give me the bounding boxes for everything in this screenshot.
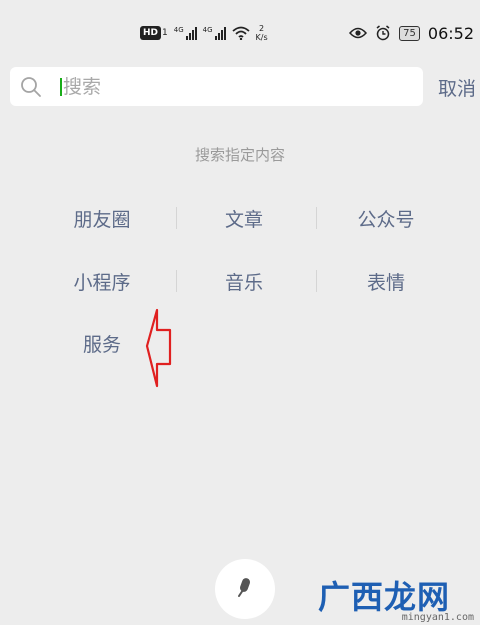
search-icon: [21, 77, 41, 97]
sim-number: 1: [162, 28, 168, 38]
wifi-icon: [231, 26, 250, 40]
text-cursor: [60, 78, 62, 96]
cancel-button[interactable]: 取消: [438, 74, 476, 101]
status-bar: HD 1 4G 4G 2 K/s 75 06:52: [0, 0, 480, 64]
hd-icon: HD: [140, 26, 162, 40]
eye-icon: [349, 27, 368, 39]
category-articles[interactable]: 文章: [174, 205, 314, 232]
network-type-1: 4G: [173, 26, 184, 34]
status-left: HD 1 4G 4G 2 K/s: [140, 20, 268, 46]
watermark-url: mingyan1.com: [401, 612, 474, 623]
alarm-icon: [376, 25, 390, 41]
network-type-2: 4G: [202, 26, 213, 34]
network-speed: 2 K/s: [256, 24, 268, 42]
category-mini-programs[interactable]: 小程序: [32, 268, 172, 295]
microphone-icon: [238, 578, 251, 597]
speed-value: 2: [259, 24, 265, 33]
search-input[interactable]: [63, 71, 403, 102]
category-music[interactable]: 音乐: [174, 268, 314, 295]
category-official-accounts[interactable]: 公众号: [316, 205, 456, 232]
section-title: 搜索指定内容: [194, 146, 285, 164]
speed-unit: K/s: [255, 33, 268, 42]
battery-level: 75: [403, 27, 416, 39]
signal-icon: 4G: [174, 26, 197, 40]
voice-button[interactable]: [215, 559, 275, 619]
battery-icon: 75: [399, 25, 420, 41]
signal-icon: 4G: [203, 26, 226, 40]
status-right: 75 06:52: [349, 22, 474, 44]
hd-label: HD: [143, 28, 159, 38]
category-stickers[interactable]: 表情: [316, 268, 456, 295]
watermark: 广西龙网 mingyan1.com: [318, 572, 478, 624]
clock: 06:52: [427, 23, 474, 43]
search-box[interactable]: [10, 67, 423, 106]
category-moments[interactable]: 朋友圈: [32, 205, 172, 232]
annotation-arrow-icon: [145, 308, 172, 388]
